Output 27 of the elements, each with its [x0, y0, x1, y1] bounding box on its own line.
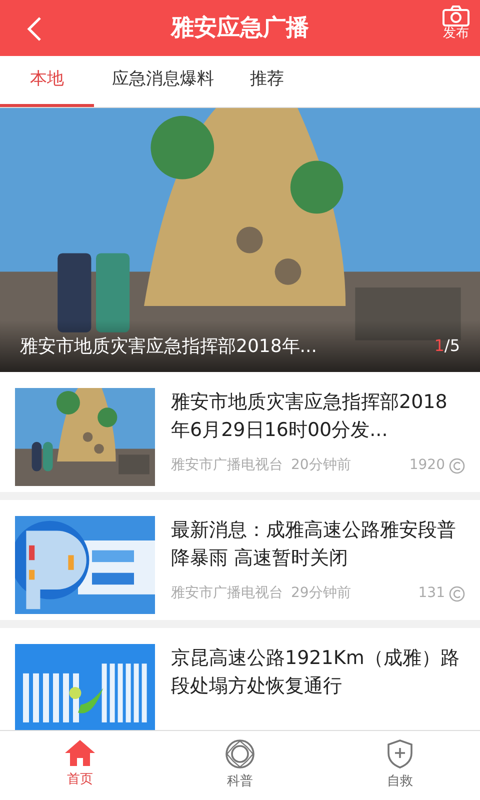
- banner-caption[interactable]: 雅安市地质灾害应急指挥部2018年...: [20, 332, 317, 360]
- back-icon: [26, 16, 42, 42]
- article-time: 29分钟前: [291, 584, 351, 603]
- article-title: 京昆高速公路1921Km（成雅）路段处塌方处恢复通行: [171, 646, 460, 699]
- ring-icon: [225, 739, 255, 769]
- article-item[interactable]: 最新消息：成雅高速公路雅安段普降暴雨 高速暂时关闭 雅安市广播电视台 29分钟前 131: [0, 500, 480, 628]
- publish-button[interactable]: 发布: [442, 5, 470, 42]
- shield-icon: [387, 739, 413, 769]
- slide-counter: 1/5: [434, 335, 460, 357]
- view-count: 1920: [409, 456, 445, 475]
- home-icon: [64, 739, 96, 767]
- nav-tab[interactable]: 自救: [320, 731, 480, 800]
- views-icon: [449, 586, 465, 602]
- camera-icon: [442, 5, 470, 27]
- article-title: 雅安市地质灾害应急指挥部2018年6月29日16时00分发...: [171, 390, 448, 443]
- article-title: 最新消息：成雅高速公路雅安段普降暴雨 高速暂时关闭: [171, 518, 457, 571]
- article-item[interactable]: 雅安市地质灾害应急指挥部2018年6月29日16时00分发... 雅安市广播电视台 20分钟前 1920: [0, 372, 480, 500]
- article-source: 雅安市广播电视台: [171, 456, 283, 475]
- view-count: 131: [418, 584, 445, 603]
- nav-tab[interactable]: 科普: [160, 731, 320, 800]
- page-title: 雅安应急广播: [171, 14, 309, 43]
- tab[interactable]: 推荐: [232, 56, 302, 107]
- nav-tab[interactable]: 首页: [0, 731, 160, 800]
- article-time: 20分钟前: [291, 456, 351, 475]
- article-source: 雅安市广播电视台: [171, 584, 283, 603]
- tab[interactable]: 应急消息爆料: [94, 56, 232, 107]
- views-icon: [449, 458, 465, 474]
